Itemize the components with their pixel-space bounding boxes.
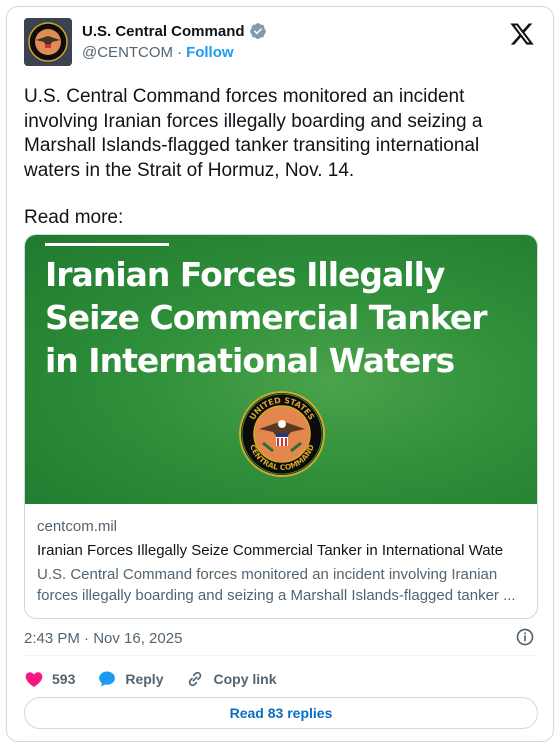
author-avatar[interactable] (24, 18, 72, 66)
info-icon[interactable] (515, 627, 535, 647)
link-preview-image[interactable]: Iranian Forces Illegally Seize Commercia… (25, 235, 537, 504)
image-headline-line: Iranian Forces Illegally (45, 255, 445, 294)
image-headline: Iranian Forces Illegally Seize Commercia… (45, 253, 525, 382)
tweet-embed-card: U.S. Central Command @CENTCOM · Follow U.S… (6, 6, 554, 742)
like-count: 593 (52, 671, 76, 687)
separator-dot: · (177, 44, 183, 61)
link-domain[interactable]: centcom.mil (37, 518, 117, 535)
link-description: U.S. Central Command forces monitored an… (37, 566, 516, 604)
tweet-text: U.S. Central Command forces monitored an… (24, 86, 483, 181)
image-accent-rule (45, 243, 169, 246)
link-chain-icon (189, 671, 202, 687)
reply-button[interactable]: Reply (97, 669, 163, 689)
author-display-name[interactable]: U.S. Central Command (82, 23, 245, 40)
reply-label: Reply (125, 671, 164, 687)
link-title[interactable]: Iranian Forces Illegally Seize Commercia… (37, 542, 532, 559)
centcom-seal-icon (24, 18, 72, 66)
follow-button[interactable]: Follow (186, 44, 234, 61)
author-handle[interactable]: @CENTCOM (82, 44, 173, 61)
author-handle-row: @CENTCOM · Follow (82, 44, 234, 61)
read-more-text: Read more: (24, 207, 124, 228)
image-headline-line: Seize Commercial Tanker (45, 298, 488, 337)
tweet-timestamp[interactable]: 2:43 PM · Nov 16, 2025 (24, 630, 182, 647)
divider (24, 655, 538, 656)
read-replies-button[interactable]: Read 83 replies (24, 697, 538, 729)
action-bar: 593 Reply Copy link (24, 667, 299, 691)
verified-badge-icon (249, 23, 266, 39)
copy-link-button[interactable]: Copy link (185, 669, 277, 689)
like-button[interactable]: 593 (24, 669, 75, 689)
reply-bubble-icon (99, 671, 116, 687)
copy-link-label: Copy link (213, 671, 277, 687)
link-preview-card[interactable]: Iranian Forces Illegally Seize Commercia… (24, 234, 538, 619)
heart-icon (25, 672, 43, 687)
x-logo-icon[interactable] (509, 21, 535, 47)
image-headline-line: in International Waters (45, 341, 455, 380)
author-name-row: U.S. Central Command (82, 22, 267, 40)
centcom-seal-icon: UNITED STATES CENTRAL COMMAND (239, 391, 325, 477)
